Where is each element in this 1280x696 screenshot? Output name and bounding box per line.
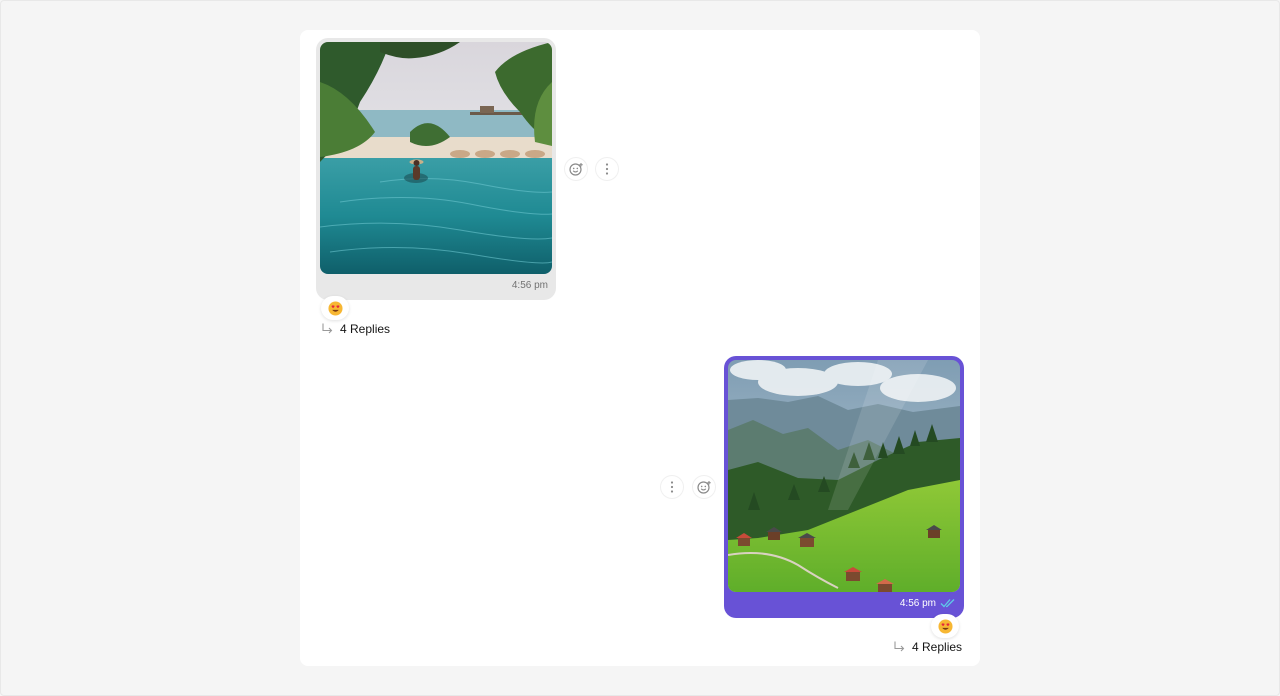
message-time: 4:56 pm <box>511 279 548 291</box>
thread-replies-link[interactable]: 4 Replies <box>892 640 962 654</box>
reaction-chip[interactable] <box>931 614 959 638</box>
message-meta: 4:56 pm <box>728 592 960 614</box>
infinity-pool-photo[interactable] <box>320 42 552 274</box>
incoming-image-message[interactable]: 4:56 pm <box>316 38 556 300</box>
thread-replies-link[interactable]: 4 Replies <box>320 322 390 336</box>
more-vertical-icon <box>670 481 674 493</box>
more-options-button[interactable] <box>596 158 618 180</box>
mountain-valley-photo[interactable] <box>728 360 960 592</box>
outgoing-image-message[interactable]: 4:56 pm <box>724 356 964 618</box>
double-check-read-icon <box>940 599 955 608</box>
reply-arrow-icon <box>894 641 905 652</box>
add-reaction-button[interactable] <box>693 476 715 498</box>
more-vertical-icon <box>605 163 609 175</box>
reaction-chip[interactable] <box>321 296 349 320</box>
heart-eyes-emoji <box>937 618 953 634</box>
replies-count: 4 Replies <box>912 640 963 654</box>
add-reaction-icon <box>697 481 711 494</box>
reply-arrow-icon <box>322 323 333 334</box>
add-reaction-button[interactable] <box>565 158 587 180</box>
replies-count: 4 Replies <box>340 322 391 336</box>
more-options-button[interactable] <box>661 476 683 498</box>
message-time: 4:56 pm <box>899 597 936 609</box>
message-meta: 4:56 pm <box>320 274 552 296</box>
add-reaction-icon <box>569 163 583 176</box>
heart-eyes-emoji <box>327 300 343 316</box>
message-list: 4:56 pm 4 Replies 4:56 pm 4 Replies <box>300 30 980 666</box>
